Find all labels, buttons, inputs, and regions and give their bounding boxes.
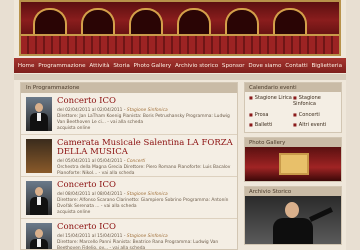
calendar-item[interactable]: Prosa — [249, 112, 293, 119]
event-description[interactable]: Direttore: Alfonso Scarano Clarinetto: G… — [57, 198, 235, 209]
calendar-list: Stagione Lirica Stagione Sinfonica Prosa… — [245, 92, 341, 132]
archive-heading[interactable]: Archivio Storico — [245, 187, 341, 196]
arch-decoration — [273, 8, 307, 36]
event-description[interactable]: Orchestra della Magna Grecia Direttore: … — [57, 165, 235, 176]
calendar-heading: Calendario eventi — [245, 83, 341, 92]
nav-photo-gallery[interactable]: Photo Gallery — [134, 63, 172, 69]
divider-strip — [14, 74, 346, 80]
theatre-seats — [21, 36, 339, 54]
buy-online-link[interactable]: acquista online — [57, 210, 235, 216]
event-dates: del 02/04/2011 al 02/04/2011 - Stagione … — [57, 108, 168, 113]
event-thumbnail[interactable] — [26, 181, 52, 215]
sidebar: Calendario eventi Stagione Lirica Stagio… — [244, 82, 342, 250]
buy-online-link[interactable]: acquista online — [57, 126, 235, 132]
nav-sponsor[interactable]: Sponsor — [222, 63, 245, 69]
event-dates: del 08/04/2011 al 08/04/2011 - Stagione … — [57, 192, 168, 197]
event-title[interactable]: Concerto ICO — [57, 223, 235, 232]
nav-attivita[interactable]: Attività — [89, 63, 109, 69]
event-item: Camerata Musicale Salentina LA FORZA DEL… — [21, 135, 237, 177]
arch-decoration — [129, 8, 163, 36]
nav-biglietteria[interactable]: Biglietteria — [311, 63, 342, 69]
event-item: Concerto ICO del 15/04/2011 al 15/04/201… — [21, 219, 237, 249]
archive-box: Archivio Storico — [244, 186, 342, 245]
event-title[interactable]: Camerata Musicale Salentina LA FORZA DEL… — [57, 139, 235, 157]
event-item: Concerto ICO del 08/04/2011 al 08/04/201… — [21, 177, 237, 219]
event-description[interactable]: Direttore: Marcello Panni Pianista: Beat… — [57, 240, 235, 249]
photo-gallery-box: Photo Gallery — [244, 137, 342, 182]
nav-archivio-storico[interactable]: Archivio storico — [175, 63, 218, 69]
theatre-photo[interactable] — [245, 147, 341, 181]
header-banner — [19, 0, 341, 56]
events-heading: In Programmazione — [21, 83, 237, 93]
event-dates: del 15/04/2011 al 15/04/2011 - Stagione … — [57, 234, 168, 239]
nav-dove-siamo[interactable]: Dove siamo — [248, 63, 281, 69]
events-panel: In Programmazione Concerto ICO del 02/04… — [20, 82, 238, 250]
event-title[interactable]: Concerto ICO — [57, 97, 235, 106]
nav-programmazione[interactable]: Programmazione — [38, 63, 85, 69]
event-thumbnail[interactable] — [26, 223, 52, 249]
calendar-item[interactable]: Stagione Lirica — [249, 95, 293, 108]
event-item: Concerto ICO del 02/04/2011 al 02/04/201… — [21, 93, 237, 135]
calendar-item[interactable]: Balletti — [249, 122, 293, 129]
main-nav: Home Programmazione Attività Storia Phot… — [14, 58, 346, 73]
calendar-item[interactable]: Stagione Sinfonica — [293, 95, 337, 108]
event-description[interactable]: Direttore: Jan LaTham Koenig Pianista: B… — [57, 114, 235, 125]
event-thumbnail[interactable] — [26, 97, 52, 131]
event-dates: del 05/04/2011 al 05/04/2011 - Concerti — [57, 159, 146, 164]
photo-gallery-heading[interactable]: Photo Gallery — [245, 138, 341, 147]
conductor-photo[interactable] — [245, 196, 341, 244]
nav-storia[interactable]: Storia — [113, 63, 129, 69]
calendar-item[interactable]: Concerti — [293, 112, 337, 119]
event-title[interactable]: Concerto ICO — [57, 181, 235, 190]
nav-contatti[interactable]: Contatti — [285, 63, 307, 69]
arch-decoration — [225, 8, 259, 36]
arch-decoration — [81, 8, 115, 36]
nav-home[interactable]: Home — [18, 63, 35, 69]
calendar-item[interactable]: Altri eventi — [293, 122, 337, 129]
event-thumbnail[interactable] — [26, 139, 52, 173]
arch-decoration — [33, 8, 67, 36]
arch-decoration — [177, 8, 211, 36]
page: Home Programmazione Attività Storia Phot… — [14, 0, 346, 250]
calendar-box: Calendario eventi Stagione Lirica Stagio… — [244, 82, 342, 133]
